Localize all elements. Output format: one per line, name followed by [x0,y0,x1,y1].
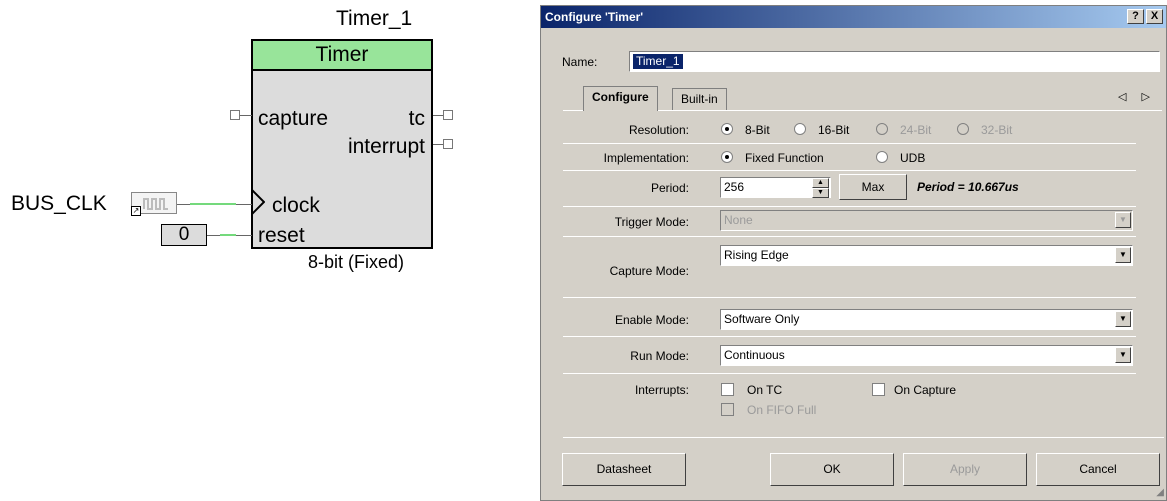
resolution-label: Resolution: [628,123,689,137]
capture-mode-select[interactable]: Rising Edge ▼ [720,245,1133,266]
resize-grip-icon[interactable]: ◢ [1156,487,1164,498]
tab-configure[interactable]: Configure [583,86,658,111]
capture-stub [240,115,252,116]
enable-mode-label: Enable Mode: [614,313,689,327]
trigger-mode-select: None ▼ [720,210,1133,231]
pin-tc-label: tc [408,107,425,130]
chevron-down-icon[interactable]: ▼ [1115,311,1131,327]
name-value: Timer_1 [633,54,683,69]
tc-stub [433,115,443,116]
on-fifo-full-label: On FIFO Full [747,403,817,417]
name-field[interactable]: Timer_1 [629,51,1160,72]
trigger-mode-value: None [724,213,753,227]
trigger-mode-label: Trigger Mode: [614,215,689,229]
radio-16bit[interactable] [794,123,806,135]
radio-32bit-label: 32-Bit [981,123,1013,137]
clock-input-triangle [251,189,265,215]
reset-constant[interactable]: 0 [161,224,207,246]
on-capture-label: On Capture [894,383,957,397]
help-button[interactable]: ? [1127,9,1144,24]
divider [563,297,1136,298]
period-spin-down-icon[interactable]: ▼ [812,188,829,198]
implementation-label: Implementation: [603,151,689,165]
interrupt-terminal[interactable] [443,139,453,149]
interrupt-stub [433,144,443,145]
divider [563,206,1136,207]
max-button[interactable]: Max [839,174,907,200]
radio-24bit-label: 24-Bit [900,123,932,137]
divider [563,236,1136,237]
clock-wire-green [190,203,236,205]
run-mode-label: Run Mode: [630,349,689,363]
pin-interrupt-label: interrupt [347,135,425,158]
period-spin-up-icon[interactable]: ▲ [812,178,829,188]
enable-mode-value: Software Only [724,312,800,326]
capture-mode-label: Capture Mode: [609,264,689,278]
reset-wire-left [207,235,220,236]
clock-link-arrow-icon: ↗ [131,206,141,216]
on-tc-checkbox[interactable] [721,383,734,396]
apply-button: Apply [903,453,1027,486]
chevron-down-icon: ▼ [1115,212,1131,228]
pin-reset-label: reset [258,224,305,247]
radio-24bit [876,123,888,135]
bottom-divider [563,437,1164,438]
close-button[interactable]: X [1146,9,1163,24]
radio-16bit-label: 16-Bit [818,123,850,137]
name-label: Name: [562,55,598,69]
dialog-titlebar[interactable]: Configure 'Timer' [541,6,1166,28]
radio-fixed-function-label: Fixed Function [745,151,824,165]
chevron-down-icon[interactable]: ▼ [1115,347,1131,363]
enable-mode-select[interactable]: Software Only ▼ [720,309,1133,330]
ok-button[interactable]: OK [770,453,894,486]
clock-wire-left [177,204,190,205]
period-info: Period = 10.667us [917,180,1019,194]
cancel-button[interactable]: Cancel [1036,453,1160,486]
divider [563,336,1136,337]
radio-32bit [957,123,969,135]
radio-8bit-label: 8-Bit [745,123,770,137]
run-mode-value: Continuous [724,348,785,362]
chevron-down-icon[interactable]: ▼ [1115,247,1131,263]
period-label: Period: [650,181,689,195]
reset-wire-right [236,235,252,236]
on-tc-label: On TC [747,383,783,397]
radio-udb-label: UDB [900,151,926,165]
clock-wire-right [236,204,252,205]
capture-terminal[interactable] [230,110,240,120]
bus-clk-label: BUS_CLK [11,192,107,215]
divider [563,170,1136,171]
component-type-header: Timer [253,41,431,71]
tab-built-in[interactable]: Built-in [672,88,727,110]
radio-8bit[interactable] [721,123,733,135]
datasheet-button[interactable]: Datasheet [562,453,686,486]
radio-udb[interactable] [876,151,888,163]
tab-scroll-arrows-icon[interactable]: ◁ ▷ [1118,90,1156,103]
run-mode-select[interactable]: Continuous ▼ [720,345,1133,366]
divider [563,143,1136,144]
pin-capture-label: capture [258,107,329,130]
on-fifo-full-checkbox [721,403,734,416]
tc-terminal[interactable] [443,110,453,120]
instance-name: Timer_1 [336,7,413,30]
dialog-title: Configure 'Timer' [545,10,644,24]
configure-dialog: Configure 'Timer' ? X Name: Timer_1 Conf… [540,5,1167,501]
pin-clock-label: clock [272,194,320,217]
radio-fixed-function[interactable] [721,151,733,163]
schematic-canvas: Timer_1 Timer capture tc interrupt clock… [0,0,530,501]
capture-mode-value: Rising Edge [724,248,789,262]
reset-wire-green [220,234,236,236]
component-footnote: 8-bit (Fixed) [308,252,405,272]
interrupts-label: Interrupts: [634,383,689,397]
divider [563,373,1136,374]
timer-component[interactable]: Timer capture tc interrupt clock reset [251,39,433,249]
on-capture-checkbox[interactable] [872,383,885,396]
